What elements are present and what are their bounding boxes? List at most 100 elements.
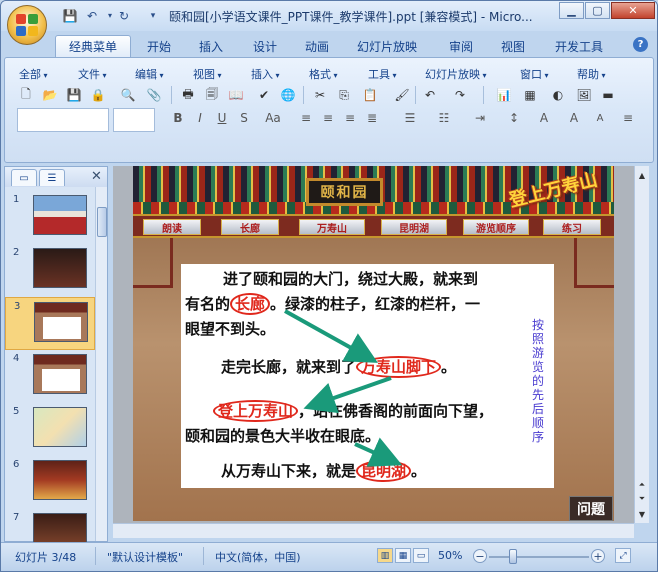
menu-format[interactable]: 格式 [309,66,338,82]
tab-slideshow[interactable]: 幻灯片放映 [353,35,421,57]
format-painter-icon[interactable]: 🖌 [393,86,411,104]
menu-view[interactable]: 视图 [193,66,222,82]
nav-kunming-button[interactable]: 昆明湖 [381,219,447,235]
slide-thumbnail-selected[interactable]: 3 [5,297,95,350]
preview-icon[interactable]: 🗐 [203,86,221,104]
font-color-icon[interactable]: A [535,109,553,127]
horizontal-scrollbar[interactable] [113,523,634,538]
tab-animation[interactable]: 动画 [297,35,337,57]
grow-font-icon[interactable]: A [565,109,583,127]
previous-slide-icon[interactable]: ⏶ [636,478,648,492]
align-left-icon[interactable]: ≡ [297,109,315,127]
slide-thumbnail[interactable]: 4 [5,350,95,403]
text-box[interactable]: 进了颐和园的大门，绕过大殿，就来到 有名的 长廊 。绿漆的柱子，红漆的栏杆，一 眼望… [181,264,554,488]
zoom-out-icon[interactable]: − [473,549,487,563]
slideshow-view-icon[interactable]: ▭ [413,548,429,563]
save-toolbar-icon[interactable]: 💾 [65,86,83,104]
shadow-icon[interactable]: S [235,109,253,127]
language-indicator[interactable]: 中文(简体，中国) [215,549,301,565]
numbering-icon[interactable]: ☷ [435,109,453,127]
menu-slideshow[interactable]: 幻灯片放映 [425,66,487,82]
tab-view[interactable]: 视图 [493,35,533,57]
redo-icon[interactable]: ↻ [115,7,133,24]
chart-icon[interactable]: 📊 [495,86,513,104]
zoom-level[interactable]: 50% [438,549,462,562]
slide-canvas[interactable]: 颐和园 登上万寿山 朗读 长廊 万寿山 昆明湖 游览顺序 练习 进了颐和园的大门… [133,166,614,521]
align-right-icon[interactable]: ≡ [341,109,359,127]
zoom-icon[interactable]: ▬ [599,86,617,104]
fit-to-window-icon[interactable]: ⤢ [615,548,631,563]
bullet-style-icon[interactable]: ≡ [619,109,637,127]
scroll-down-icon[interactable]: ▼ [636,507,648,521]
slide-thumbnail[interactable]: 6 [5,456,95,509]
menu-help[interactable]: 帮助 [577,66,606,82]
spelling-icon[interactable]: ✔ [255,86,273,104]
zoom-slider[interactable] [489,556,589,558]
zoom-slider-thumb[interactable] [509,549,517,564]
close-icon[interactable]: ✕ [91,169,102,184]
maximize-button[interactable]: ▢ [585,2,610,19]
table-icon[interactable]: ▦ [521,86,539,104]
print-preview-icon[interactable]: 🔍 [119,86,137,104]
thumbnail-scrollbar[interactable] [95,187,107,541]
nav-exercise-button[interactable]: 练习 [543,219,601,235]
font-name-combo[interactable] [17,108,109,132]
normal-view-icon[interactable]: ▥ [377,548,393,563]
print-icon[interactable]: 🖶 [179,86,197,104]
justify-icon[interactable]: ≣ [363,109,381,127]
tab-outline-icon[interactable]: ☰ [39,169,65,186]
zoom-in-icon[interactable]: + [591,549,605,563]
scroll-up-icon[interactable]: ▲ [636,168,648,182]
paste-icon[interactable]: 📋 [361,86,379,104]
research-icon[interactable]: 📖 [227,86,245,104]
bullets-icon[interactable]: ☰ [401,109,419,127]
menu-edit[interactable]: 编辑 [135,66,164,82]
color-icon[interactable]: 🖼 [575,86,593,104]
tab-slides-icon[interactable]: ▭ [11,169,37,186]
indent-icon[interactable]: ⇥ [471,109,489,127]
tab-developer[interactable]: 开发工具 [547,35,611,57]
underline-icon[interactable]: U [213,109,231,127]
change-case-icon[interactable]: Aa [261,109,285,127]
slide-thumbnail[interactable]: 5 [5,403,95,456]
undo-toolbar-icon[interactable]: ↶ [421,86,439,104]
help-icon[interactable]: ? [633,37,648,52]
nav-corridor-button[interactable]: 长廊 [221,219,279,235]
align-center-icon[interactable]: ≡ [319,109,337,127]
tab-home[interactable]: 开始 [139,35,179,57]
close-button[interactable]: ✕ [611,2,655,19]
menu-window[interactable]: 窗口 [520,66,549,82]
nav-read-button[interactable]: 朗读 [143,219,201,235]
shrink-font-icon[interactable]: A [591,109,609,127]
tab-classic-menu[interactable]: 经典菜单 [55,35,131,57]
menu-insert[interactable]: 插入 [251,66,280,82]
italic-icon[interactable]: I [191,109,209,127]
menu-all[interactable]: 全部 [19,66,48,82]
tab-design[interactable]: 设计 [245,35,285,57]
nav-wanshou-button[interactable]: 万寿山 [299,219,365,235]
theme-name[interactable]: "默认设计模板" [107,549,183,565]
office-button[interactable] [7,5,47,45]
translate-icon[interactable]: 🌐 [279,86,297,104]
menu-tools[interactable]: 工具 [368,66,397,82]
next-slide-icon[interactable]: ⏷ [636,492,648,506]
line-spacing-icon[interactable]: ↕ [505,109,523,127]
vertical-scrollbar[interactable]: ▲ ⏶ ⏷ ▼ [634,166,649,523]
cut-icon[interactable]: ✂ [311,86,329,104]
attach-icon[interactable]: 📎 [145,86,163,104]
bold-icon[interactable]: B [169,109,187,127]
slide-thumbnail[interactable]: 1 [5,191,95,244]
save-icon[interactable]: 💾 [61,7,79,24]
redo-toolbar-icon[interactable]: ↷ [451,86,469,104]
tab-insert[interactable]: 插入 [191,35,231,57]
question-button[interactable]: 问题 [569,496,613,521]
open-icon[interactable]: 📂 [41,86,59,104]
copy-icon[interactable]: ⎘ [335,86,353,104]
new-icon[interactable]: 🗋 [17,86,35,104]
minimize-button[interactable]: ▁ [559,2,584,19]
slide-sorter-icon[interactable]: ▦ [395,548,411,563]
slide-thumbnail[interactable]: 2 [5,244,95,297]
font-size-combo[interactable] [113,108,155,132]
tab-review[interactable]: 审阅 [441,35,481,57]
menu-file[interactable]: 文件 [78,66,107,82]
